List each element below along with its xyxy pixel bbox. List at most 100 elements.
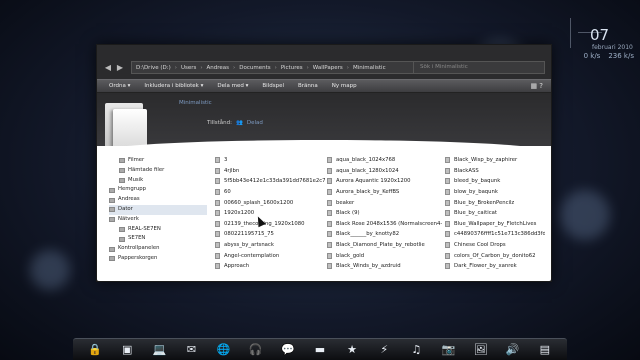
star-icon[interactable]: ★ bbox=[344, 342, 360, 358]
camera-icon[interactable]: 📷 bbox=[440, 342, 456, 358]
slideshow-button[interactable]: Bildspel bbox=[262, 83, 284, 89]
file-item[interactable]: 5f5bb43e412e1c33da391dd7681e2c7 bbox=[215, 176, 330, 187]
file-item[interactable]: 3 bbox=[215, 155, 330, 166]
image-file-icon bbox=[215, 167, 220, 174]
lock-icon[interactable]: 🔒 bbox=[87, 342, 103, 358]
file-item[interactable]: 60 bbox=[215, 187, 330, 198]
file-name: Blue_by_BrokenPencilz bbox=[454, 199, 515, 206]
folder-icon bbox=[119, 168, 125, 174]
image-icon[interactable]: 🖼 bbox=[473, 342, 489, 358]
breadcrumb-item[interactable]: Users bbox=[181, 65, 196, 71]
nav-item-downloads[interactable]: Hämtade filer bbox=[109, 166, 207, 176]
file-item[interactable]: colors_Of_Carbon_by_donito62 bbox=[445, 250, 545, 261]
nav-item-movies[interactable]: Filmer bbox=[109, 156, 207, 166]
drive-icon[interactable]: ▣ bbox=[119, 342, 135, 358]
nav-item-computer[interactable]: Dator bbox=[109, 204, 207, 215]
user-icon bbox=[109, 197, 115, 203]
nav-item-music[interactable]: Musik bbox=[109, 176, 207, 186]
file-item[interactable]: Blue_by_caiticat bbox=[445, 208, 545, 219]
nav-item-control-panel[interactable]: Kontrollpanelen bbox=[109, 244, 207, 254]
laptop-icon[interactable]: 💻 bbox=[151, 342, 167, 358]
video-icon[interactable]: ▬ bbox=[312, 342, 328, 358]
file-item[interactable]: Black Rose 2048x1536 (Normalscreen4-3) bbox=[327, 219, 442, 230]
breadcrumb-item[interactable]: WallPapers bbox=[313, 65, 343, 71]
globe-icon[interactable]: 🌐 bbox=[216, 342, 232, 358]
file-item[interactable]: Aurora Aquantic 1920x1200 bbox=[327, 176, 442, 187]
file-item[interactable]: Black_Wisp_by_zaphirer bbox=[445, 155, 545, 166]
computer-icon bbox=[119, 236, 125, 242]
image-file-icon bbox=[327, 263, 332, 270]
file-item[interactable]: Aurora_black_by_KeffBS bbox=[327, 187, 442, 198]
nav-item-pc-1[interactable]: REAL-SE7EN bbox=[109, 225, 207, 235]
image-file-icon bbox=[215, 252, 220, 259]
file-item[interactable]: Black______by_knotty82 bbox=[327, 229, 442, 240]
file-item[interactable]: abyss_by_artsnack bbox=[215, 240, 330, 251]
file-item[interactable]: Angel-contemplation bbox=[215, 250, 330, 261]
burn-button[interactable]: Bränna bbox=[298, 83, 318, 89]
breadcrumb-item[interactable]: D:\Drive (D:) bbox=[136, 65, 171, 71]
share-button[interactable]: Dela med ▾ bbox=[217, 83, 248, 89]
breadcrumb-item[interactable]: Andreas bbox=[207, 65, 230, 71]
image-file-icon bbox=[327, 252, 332, 259]
file-item[interactable]: blow_by_baqunk bbox=[445, 187, 545, 198]
organize-button[interactable]: Ordna ▾ bbox=[109, 83, 130, 89]
file-item[interactable]: black_gold bbox=[327, 250, 442, 261]
file-column: Black_Wisp_by_zaphirer BlackASS bleed_by_b… bbox=[445, 155, 545, 272]
nav-item-homegroup[interactable]: Hemgrupp bbox=[109, 185, 207, 195]
file-item[interactable]: beaker bbox=[327, 197, 442, 208]
file-item[interactable]: Black_Winds_by_azdruid bbox=[327, 261, 442, 272]
forward-icon[interactable]: ▶ bbox=[115, 63, 125, 73]
image-file-icon bbox=[215, 210, 220, 217]
new-folder-button[interactable]: Ny mapp bbox=[332, 83, 357, 89]
file-item[interactable]: Chinese Cool Drops bbox=[445, 240, 545, 251]
file-item[interactable]: 080221195715_75 bbox=[215, 229, 330, 240]
file-item[interactable]: Blue_Wallpaper_by_FletchLives bbox=[445, 219, 545, 230]
file-item[interactable]: Black (9) bbox=[327, 208, 442, 219]
image-file-icon bbox=[445, 178, 450, 185]
chat-icon[interactable]: 💬 bbox=[280, 342, 296, 358]
file-item[interactable]: 00660_splash_1600x1200 bbox=[215, 197, 330, 208]
file-name: 60 bbox=[224, 189, 231, 196]
terminal-icon[interactable]: ▤ bbox=[537, 342, 553, 358]
image-file-icon bbox=[327, 167, 332, 174]
file-item[interactable]: Dark_Flower_by_xanrek bbox=[445, 261, 545, 272]
nav-item-pc-2[interactable]: SE7EN bbox=[109, 234, 207, 244]
include-library-button[interactable]: Inkludera i bibliotek ▾ bbox=[144, 83, 203, 89]
file-item[interactable]: aqua_black_1024x768 bbox=[327, 155, 442, 166]
file-item[interactable]: 4rjlbn bbox=[215, 166, 330, 177]
breadcrumb-item[interactable]: Minimalistic bbox=[353, 65, 386, 71]
image-file-icon bbox=[327, 242, 332, 249]
search-input[interactable]: Sök i Minimalistic bbox=[413, 61, 545, 74]
file-item[interactable]: aqua_black_1280x1024 bbox=[327, 166, 442, 177]
background-bokeh bbox=[560, 190, 610, 240]
file-name: Black_Winds_by_azdruid bbox=[336, 263, 401, 270]
file-item[interactable]: c44890376ffff1c51e713c386dd3fde8 bbox=[445, 229, 545, 240]
nav-item-network[interactable]: Nätverk bbox=[109, 215, 207, 225]
image-file-icon bbox=[445, 231, 450, 238]
file-item[interactable]: BlackASS bbox=[445, 166, 545, 177]
mail-icon[interactable]: ✉ bbox=[183, 342, 199, 358]
back-icon[interactable]: ◀ bbox=[103, 63, 113, 73]
file-item[interactable]: Blue_by_BrokenPencilz bbox=[445, 197, 545, 208]
lightning-icon[interactable]: ⚡ bbox=[376, 342, 392, 358]
image-file-icon bbox=[445, 210, 450, 217]
music-icon[interactable]: ♫ bbox=[408, 342, 424, 358]
file-item[interactable]: bleed_by_baqunk bbox=[445, 176, 545, 187]
file-item[interactable]: 02139_thecoming_1920x1080 bbox=[215, 219, 330, 230]
file-name: Aurora Aquantic 1920x1200 bbox=[336, 178, 411, 185]
address-bar[interactable]: D:\Drive (D:) › Users › Andreas › Documents… bbox=[131, 61, 429, 74]
view-options-icon[interactable]: ▦ ? bbox=[530, 82, 543, 90]
nav-item-recycle-bin[interactable]: Papperskorgen bbox=[109, 254, 207, 264]
file-item[interactable]: Black_Diamond_Plate_by_rebotlie bbox=[327, 240, 442, 251]
file-column: aqua_black_1024x768 aqua_black_1280x1024 A… bbox=[327, 155, 442, 272]
nav-item-user[interactable]: Andreas bbox=[109, 195, 207, 205]
breadcrumb-item[interactable]: Pictures bbox=[281, 65, 303, 71]
headphones-icon[interactable]: 🎧 bbox=[248, 342, 264, 358]
file-item[interactable]: 1920x1200 bbox=[215, 208, 330, 219]
file-list: 3 4rjlbn 5f5bb43e412e1c33da391dd7681e2c7 60… bbox=[215, 155, 545, 275]
file-name: Blue_by_caiticat bbox=[454, 210, 497, 217]
breadcrumb-item[interactable]: Documents bbox=[239, 65, 270, 71]
file-item[interactable]: Approach bbox=[215, 261, 330, 272]
volume-icon[interactable]: 🔊 bbox=[505, 342, 521, 358]
image-file-icon bbox=[445, 189, 450, 196]
